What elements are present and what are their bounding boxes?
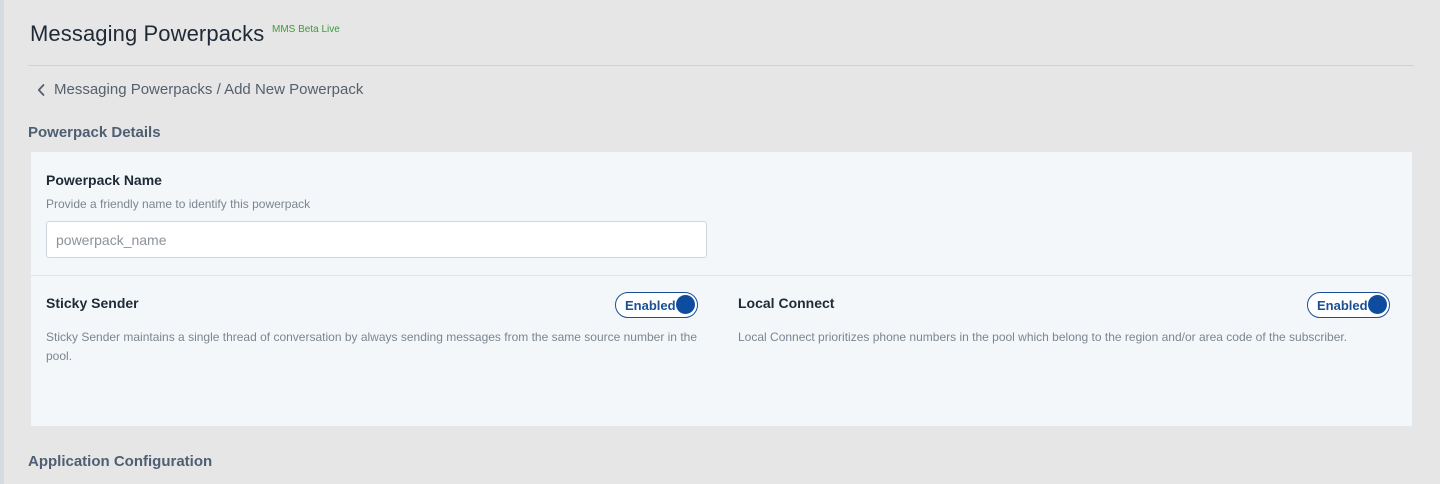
sticky-sender-description: Sticky Sender maintains a single thread … [46,330,697,363]
page-header: Messaging Powerpacks MMS Beta Live [28,0,1414,66]
sticky-sender-toggle[interactable]: Enabled [615,292,698,318]
local-connect-toggle-label: Enabled [1317,298,1368,313]
sticky-sender-toggle-label: Enabled [625,298,676,313]
page-content: Messaging Powerpacks MMS Beta Live Messa… [28,0,1414,470]
local-connect-description: Local Connect prioritizes phone numbers … [738,330,1348,344]
breadcrumb-back-link[interactable]: Messaging Powerpacks / Add New Powerpack [36,81,363,98]
card-divider [31,275,1412,276]
local-connect-title: Local Connect [738,295,835,311]
page-title: Messaging Powerpacks [30,21,265,46]
powerpack-name-label: Powerpack Name [46,172,162,188]
toggle-knob [676,295,695,314]
local-connect-toggle[interactable]: Enabled [1307,292,1390,318]
toggle-knob [1368,295,1387,314]
mms-beta-badge: MMS Beta Live [272,24,340,35]
chevron-left-icon [37,83,45,96]
sticky-sender-title: Sticky Sender [46,295,139,311]
breadcrumb-text: Messaging Powerpacks / Add New Powerpack [54,81,364,98]
powerpack-name-input[interactable] [46,221,707,258]
section-title-powerpack-details: Powerpack Details [28,124,161,141]
powerpack-name-help: Provide a friendly name to identify this… [46,197,311,211]
left-edge-strip [0,0,4,484]
powerpack-details-card: Powerpack Name Provide a friendly name t… [30,151,1413,427]
section-title-application-configuration: Application Configuration [28,453,213,470]
